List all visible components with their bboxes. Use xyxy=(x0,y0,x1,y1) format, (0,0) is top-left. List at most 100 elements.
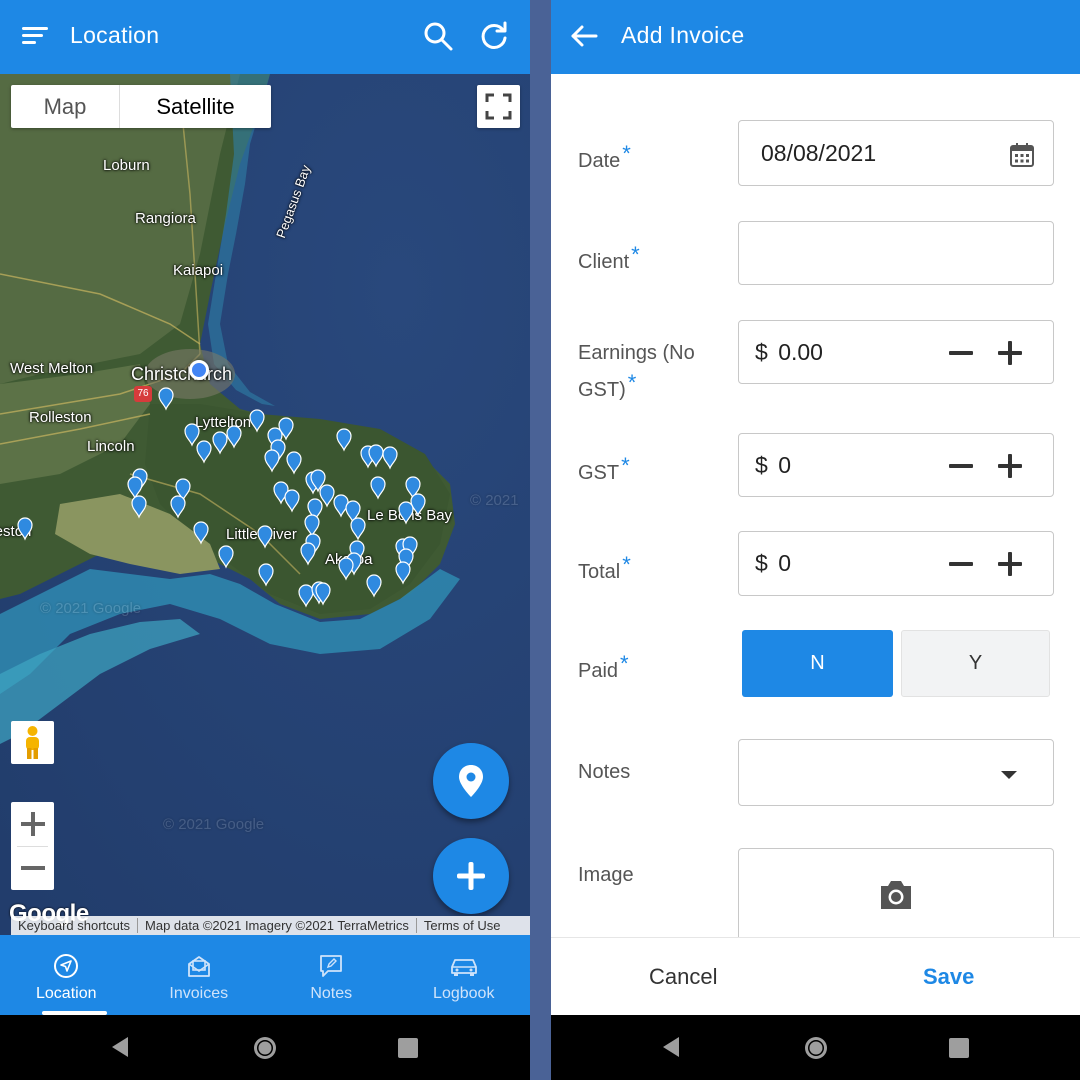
cancel-button[interactable]: Cancel xyxy=(649,964,717,990)
system-navigation-bar xyxy=(551,1015,1080,1080)
decrement-button[interactable] xyxy=(946,338,976,368)
gst-value: 0 xyxy=(778,452,791,478)
date-label-text: Date xyxy=(578,150,621,172)
location-pin-icon[interactable] xyxy=(286,451,302,475)
location-pin-icon[interactable] xyxy=(170,495,186,519)
paid-label: Paid* xyxy=(578,649,629,686)
navigation-icon xyxy=(54,954,79,978)
pegman-icon xyxy=(26,726,39,759)
location-pin-icon[interactable] xyxy=(226,425,242,449)
increment-button[interactable] xyxy=(995,338,1025,368)
location-pin-icon[interactable] xyxy=(300,542,316,566)
decrement-button[interactable] xyxy=(946,549,976,579)
earnings-input[interactable]: $ 0.00 xyxy=(755,339,823,366)
location-pin-icon[interactable] xyxy=(304,514,320,538)
map-type-map-button[interactable]: Map xyxy=(11,85,119,128)
total-label-text: Total xyxy=(578,561,621,583)
total-input[interactable]: $ 0 xyxy=(755,550,791,577)
notes-dropdown[interactable] xyxy=(738,739,1054,806)
location-pin-icon[interactable] xyxy=(212,431,228,455)
location-pin-icon[interactable] xyxy=(366,574,382,598)
back-nav-icon[interactable] xyxy=(108,1035,132,1059)
location-pin-icon[interactable] xyxy=(350,517,366,541)
nav-item-logbook[interactable]: Logbook xyxy=(398,935,531,1015)
location-pin-icon[interactable] xyxy=(184,423,200,447)
my-location-fab[interactable] xyxy=(433,743,509,819)
location-pin-icon[interactable] xyxy=(264,449,280,473)
date-field[interactable]: 08/08/2021 xyxy=(738,120,1054,186)
client-label: Client* xyxy=(578,240,640,277)
required-star: * xyxy=(622,141,631,166)
earnings-stepper: $ 0.00 xyxy=(738,320,1054,384)
paid-option-y[interactable]: Y xyxy=(901,630,1050,697)
zoom-in-button[interactable] xyxy=(11,802,54,846)
location-pin-icon[interactable] xyxy=(395,561,411,585)
street-view-pegman[interactable] xyxy=(11,721,54,764)
terms-of-use-link[interactable]: Terms of Use xyxy=(417,918,508,933)
current-location-dot xyxy=(189,360,209,380)
required-star: * xyxy=(631,242,640,267)
zoom-out-button[interactable] xyxy=(11,846,54,890)
image-picker[interactable] xyxy=(738,848,1054,948)
calendar-icon[interactable] xyxy=(1007,140,1037,170)
notes-label: Notes xyxy=(578,761,631,783)
form-footer: Cancel Save xyxy=(551,937,1080,1015)
location-screen: Location Loburn Rangiora Kaiapoi Pegasus… xyxy=(0,0,530,1080)
location-pin-icon[interactable] xyxy=(336,428,352,452)
currency-symbol: $ xyxy=(755,550,768,576)
location-pin-icon[interactable] xyxy=(17,517,33,541)
home-nav-icon[interactable] xyxy=(803,1035,829,1061)
search-icon[interactable] xyxy=(421,19,455,53)
plus-icon xyxy=(457,862,485,890)
nav-item-location[interactable]: Location xyxy=(0,935,133,1015)
location-pin-icon[interactable] xyxy=(158,387,174,411)
fullscreen-button[interactable] xyxy=(477,85,520,128)
menu-icon[interactable] xyxy=(19,19,53,53)
location-pin-icon[interactable] xyxy=(382,446,398,470)
decrement-button[interactable] xyxy=(946,451,976,481)
currency-symbol: $ xyxy=(755,339,768,365)
recents-nav-icon[interactable] xyxy=(948,1037,970,1059)
client-input[interactable] xyxy=(738,221,1054,285)
back-nav-icon[interactable] xyxy=(659,1035,683,1059)
location-pin-icon[interactable] xyxy=(370,476,386,500)
location-pin-icon[interactable] xyxy=(257,525,273,549)
add-location-fab[interactable] xyxy=(433,838,509,914)
plus-icon xyxy=(20,812,45,836)
back-arrow-icon[interactable] xyxy=(567,19,601,53)
currency-symbol: $ xyxy=(755,452,768,478)
earnings-label-line2: GST) xyxy=(578,379,626,401)
location-pin-icon[interactable] xyxy=(193,521,209,545)
gst-label-text: GST xyxy=(578,462,620,484)
location-pin-icon[interactable] xyxy=(398,501,414,525)
keyboard-shortcuts-link[interactable]: Keyboard shortcuts xyxy=(11,918,139,933)
paid-option-n[interactable]: N xyxy=(742,630,893,697)
increment-button[interactable] xyxy=(995,451,1025,481)
date-label: Date* xyxy=(578,139,631,176)
required-star: * xyxy=(621,453,630,478)
map-attribution: Keyboard shortcuts Map data ©2021 Imager… xyxy=(11,916,530,935)
gst-input[interactable]: $ 0 xyxy=(755,452,791,479)
total-label: Total* xyxy=(578,550,631,587)
recents-nav-icon[interactable] xyxy=(397,1037,419,1059)
location-pin-icon[interactable] xyxy=(196,440,212,464)
nav-item-invoices[interactable]: Invoices xyxy=(133,935,266,1015)
required-star: * xyxy=(622,552,631,577)
location-pin-icon[interactable] xyxy=(284,489,300,513)
location-pin-icon[interactable] xyxy=(338,557,354,581)
location-pin-icon[interactable] xyxy=(249,409,265,433)
nav-label-logbook: Logbook xyxy=(433,985,495,1002)
location-pin-icon[interactable] xyxy=(258,563,274,587)
earnings-value: 0.00 xyxy=(778,339,823,365)
location-pin-icon[interactable] xyxy=(218,545,234,569)
location-pin-icon[interactable] xyxy=(298,584,314,608)
increment-button[interactable] xyxy=(995,549,1025,579)
save-button[interactable]: Save xyxy=(923,964,974,990)
nav-item-notes[interactable]: Notes xyxy=(265,935,398,1015)
refresh-icon[interactable] xyxy=(477,19,511,53)
location-pin-icon[interactable] xyxy=(131,495,147,519)
location-pin-icon[interactable] xyxy=(127,476,143,500)
location-pin-icon[interactable] xyxy=(319,484,335,508)
map-type-satellite-button[interactable]: Satellite xyxy=(119,85,271,128)
home-nav-icon[interactable] xyxy=(252,1035,278,1061)
